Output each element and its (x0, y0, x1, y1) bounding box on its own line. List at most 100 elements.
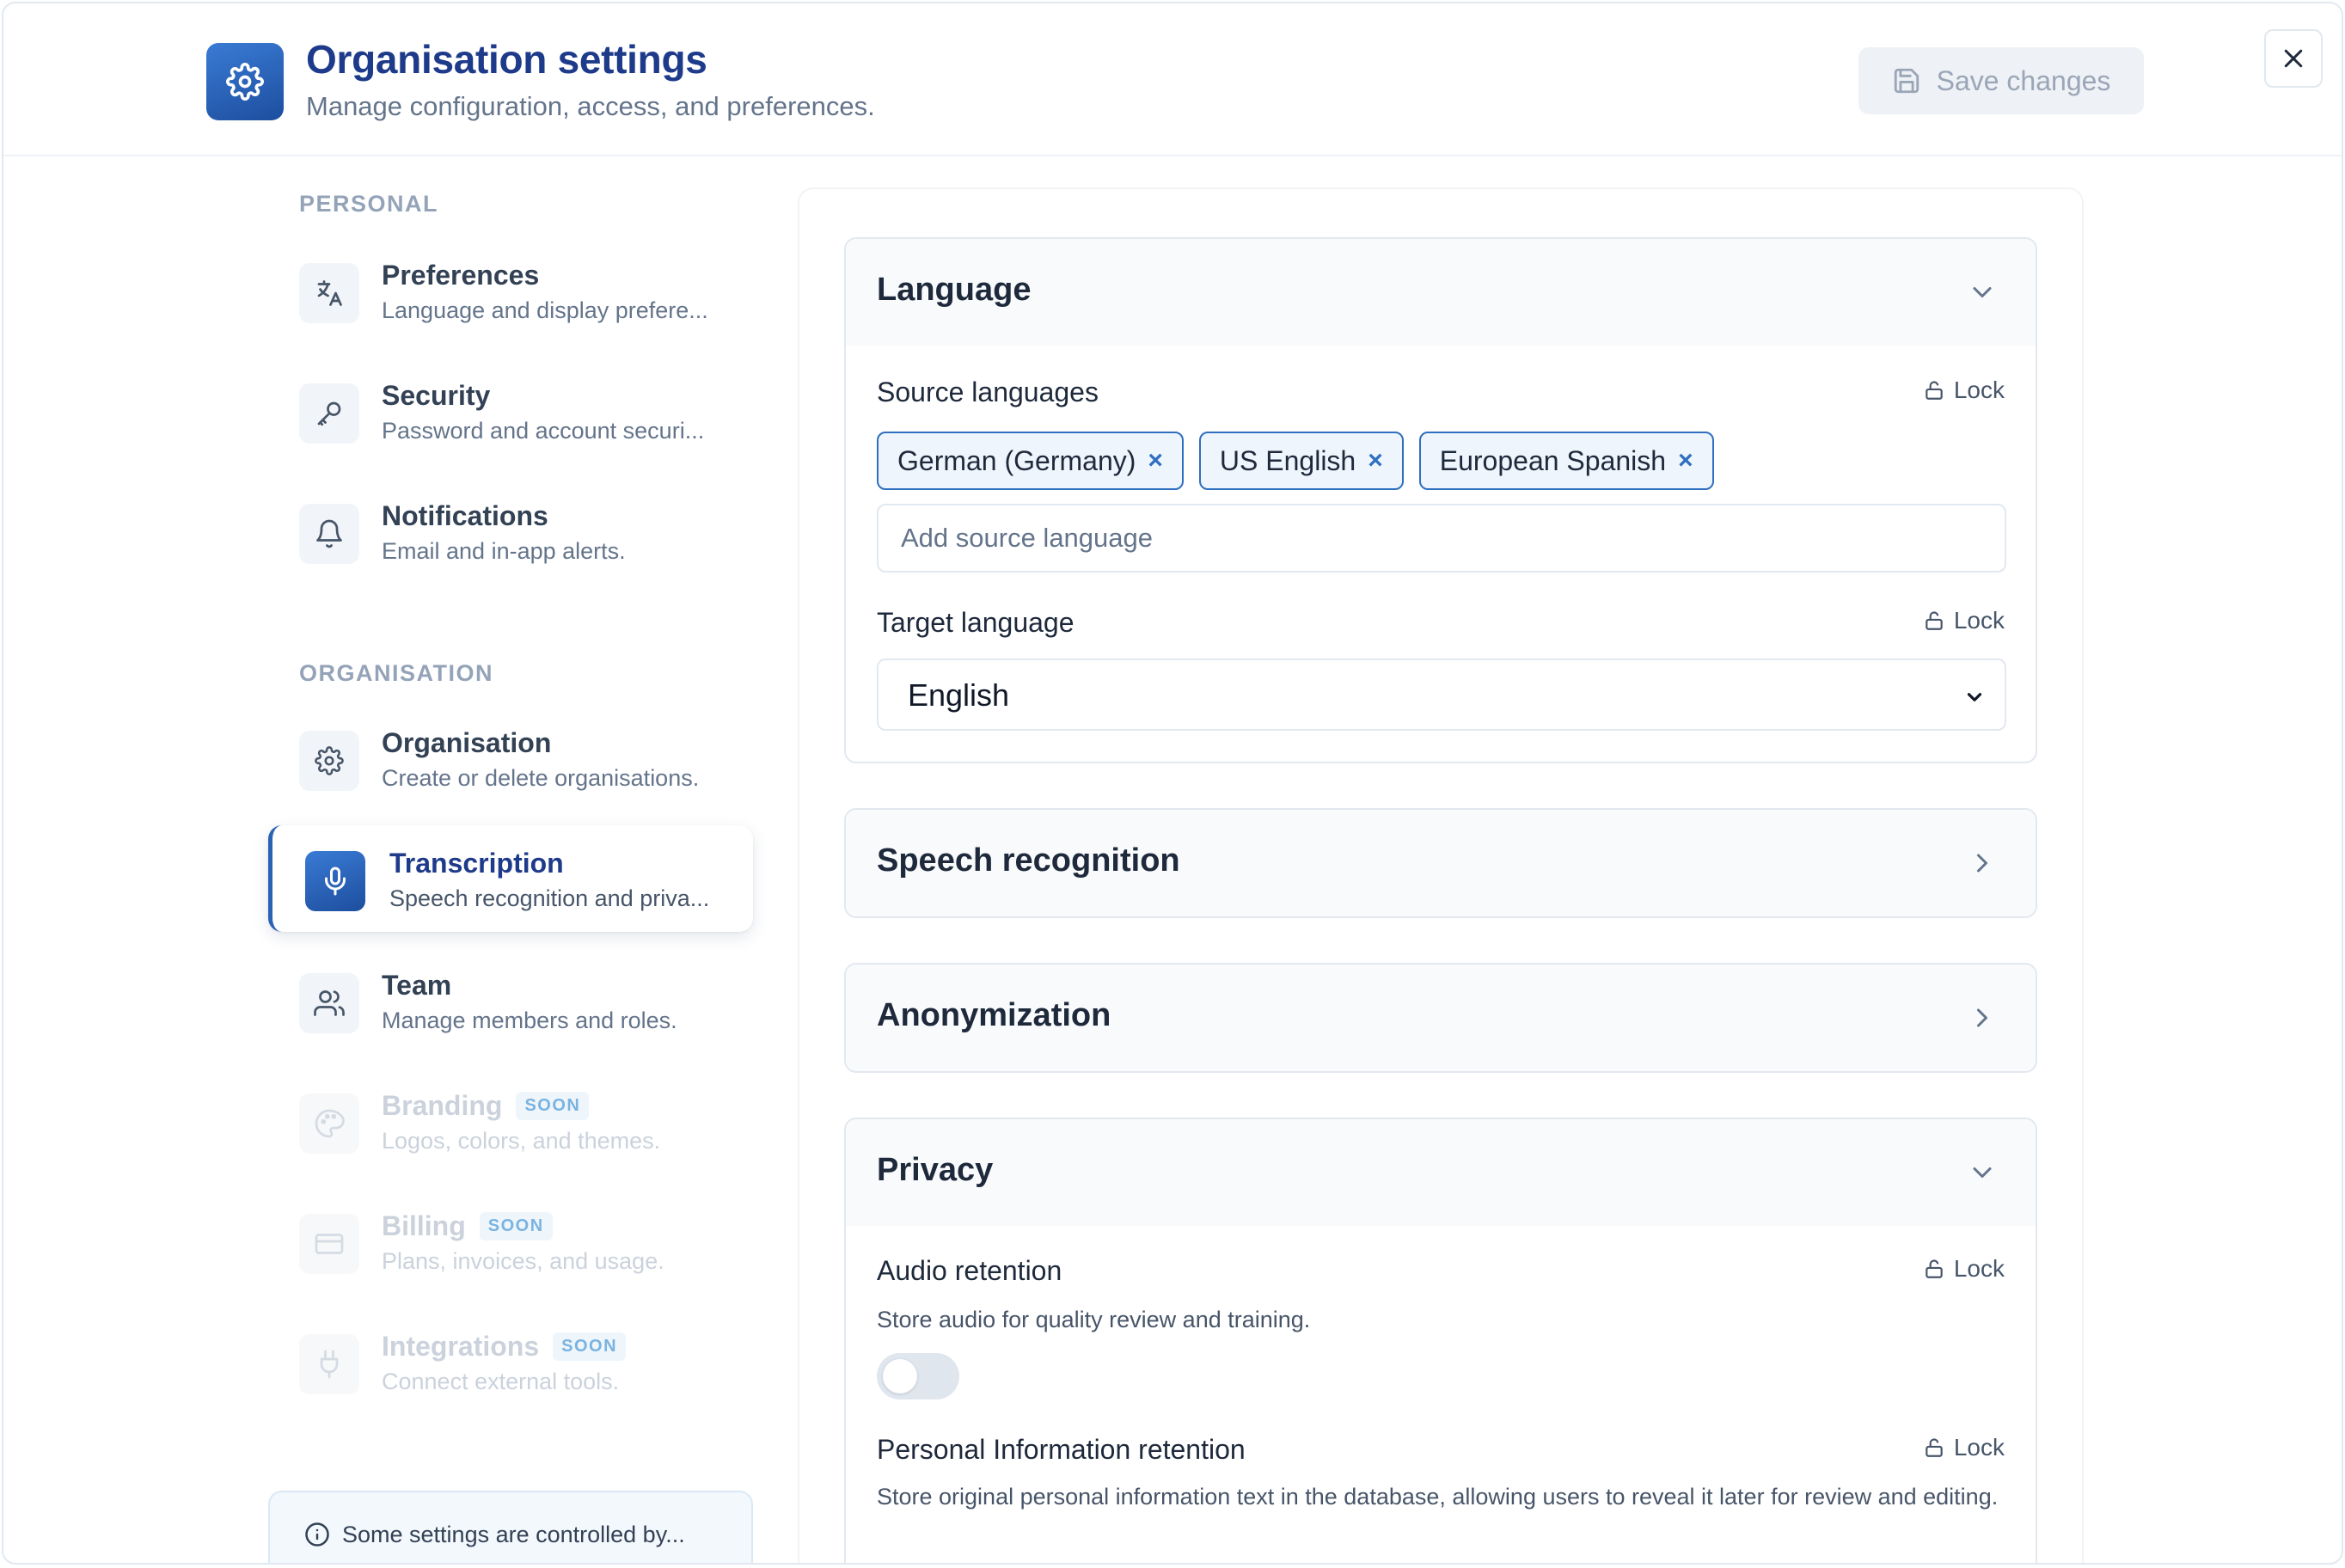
sidebar-item-label: Billing SOON (382, 1210, 553, 1242)
sidebar-item-preferences[interactable]: Preferences Language and display prefere… (268, 237, 753, 344)
sidebar-item-billing: Billing SOON Plans, invoices, and usage. (268, 1188, 753, 1295)
sidebar-item-description: Connect external tools. (382, 1369, 620, 1394)
soon-badge: SOON (479, 1212, 553, 1240)
sidebar-item-transcription[interactable]: Transcription Speech recognition and pri… (268, 825, 753, 932)
chevron-down-icon (1967, 693, 1982, 701)
speech-card-header[interactable]: Speech recognition (846, 810, 2036, 916)
credit-card-icon (299, 1214, 359, 1274)
sidebar-item-description: Speech recognition and priva... (389, 885, 710, 911)
speech-recognition-card[interactable]: Speech recognition (844, 808, 2037, 918)
privacy-card-header[interactable]: Privacy (846, 1119, 2036, 1226)
card-title: Anonymization (877, 997, 1111, 1033)
card-title: Speech recognition (877, 842, 1180, 879)
save-button-label: Save changes (1936, 64, 2111, 96)
bell-icon (299, 504, 359, 564)
audio-retention-help: Store audio for quality review and train… (877, 1307, 1311, 1332)
sidebar-item-label: Transcription (389, 848, 564, 879)
chevron-right-icon (1977, 854, 1987, 873)
gear-icon (299, 731, 359, 791)
sidebar-item-title: Integrations (382, 1331, 540, 1362)
unlock-icon (1926, 381, 1943, 400)
sidebar-item-description: Create or delete organisations. (382, 765, 700, 791)
key-icon (299, 383, 359, 444)
sidebar-item-description: Logos, colors, and themes. (382, 1128, 661, 1154)
pii-retention-label: Personal Information retention (877, 1434, 1246, 1465)
lock-button[interactable]: Lock (1923, 377, 2005, 404)
toggle-knob (883, 1359, 917, 1393)
audio-retention-toggle[interactable] (877, 1353, 959, 1400)
unlock-icon (1926, 611, 1943, 630)
sidebar-item-title: Billing (382, 1210, 466, 1241)
section-label-personal: PERSONAL (299, 191, 439, 217)
chip-label: European Spanish (1439, 444, 1667, 476)
sidebar-item-description: Manage members and roles. (382, 1008, 677, 1033)
lock-label: Lock (1953, 377, 2005, 403)
page-subtitle: Manage configuration, access, and prefer… (306, 91, 875, 121)
page-title: Organisation settings (306, 37, 707, 82)
info-notice: Some settings are controlled by... (268, 1491, 753, 1563)
sidebar-item-description: Plans, invoices, and usage. (382, 1248, 664, 1274)
chevron-down-icon (1973, 1167, 1992, 1178)
sidebar-item-description: Password and account securi... (382, 418, 705, 444)
sidebar-item-branding: Branding SOON Logos, colors, and themes. (268, 1068, 753, 1174)
settings-dialog: Organisation settings Manage configurati… (2, 2, 2343, 1565)
language-chip: European Spanish × (1418, 432, 1714, 490)
target-language-label: Target language (877, 607, 1075, 638)
microphone-icon (305, 851, 365, 911)
sidebar-item-security[interactable]: Security Password and account securi... (268, 358, 753, 464)
plug-icon (299, 1334, 359, 1394)
sidebar-item-integrations: Integrations SOON Connect external tools… (268, 1308, 753, 1415)
language-chip: US English × (1198, 432, 1404, 490)
chip-remove-icon[interactable]: × (1678, 446, 1693, 475)
chip-remove-icon[interactable]: × (1148, 446, 1163, 475)
select-value: English (908, 677, 1010, 713)
sidebar-item-title: Branding (382, 1090, 503, 1121)
sidebar-item-label: Team (382, 970, 452, 1001)
card-title: Language (877, 272, 1032, 308)
lock-label: Lock (1953, 1434, 2005, 1461)
anonymization-card[interactable]: Anonymization (844, 963, 2037, 1073)
chevron-down-icon (1973, 287, 1992, 297)
language-card-header[interactable]: Language (846, 239, 2036, 346)
users-icon (299, 973, 359, 1033)
sidebar-item-description: Email and in-app alerts. (382, 538, 626, 564)
sidebar-item-label: Security (382, 380, 491, 411)
dialog-header: Organisation settings Manage configurati… (3, 3, 2342, 156)
section-label-organisation: ORGANISATION (299, 660, 493, 686)
chevron-right-icon (1977, 1008, 1987, 1027)
add-source-language-input[interactable] (877, 504, 2006, 573)
sidebar-item-label: Organisation (382, 727, 552, 758)
sidebar-item-notifications[interactable]: Notifications Email and in-app alerts. (268, 478, 753, 585)
card-title: Privacy (877, 1152, 994, 1188)
save-button[interactable]: Save changes (1858, 47, 2144, 114)
settings-sidebar: PERSONAL Preferences Language and displa… (261, 167, 760, 1563)
lock-button[interactable]: Lock (1923, 1255, 2005, 1283)
close-button[interactable] (2264, 29, 2323, 88)
sidebar-item-team[interactable]: Team Manage members and roles. (268, 947, 753, 1054)
lock-button[interactable]: Lock (1923, 607, 2005, 634)
translate-icon (299, 263, 359, 323)
soon-badge: SOON (516, 1092, 590, 1120)
soon-badge: SOON (553, 1332, 627, 1361)
target-language-select[interactable]: English (877, 658, 2006, 731)
source-language-chips: German (Germany) × US English × European… (877, 432, 1714, 490)
unlock-icon (1926, 1438, 1943, 1457)
privacy-card: Privacy Audio retention Lock Store audio… (844, 1118, 2037, 1563)
pii-retention-help: Store original personal information text… (877, 1484, 1999, 1510)
sidebar-item-organisation[interactable]: Organisation Create or delete organisati… (268, 705, 753, 812)
audio-retention-label: Audio retention (877, 1255, 1062, 1286)
lock-label: Lock (1953, 607, 2005, 634)
info-text: Some settings are controlled by... (342, 1522, 685, 1547)
chip-label: US English (1219, 444, 1356, 476)
anonymization-card-header[interactable]: Anonymization (846, 965, 2036, 1071)
lock-label: Lock (1953, 1255, 2005, 1282)
sidebar-item-label: Notifications (382, 500, 548, 531)
lock-button[interactable]: Lock (1923, 1434, 2005, 1461)
info-icon (305, 1522, 329, 1547)
chip-remove-icon[interactable]: × (1368, 446, 1383, 475)
sidebar-item-description: Language and display prefere... (382, 297, 708, 323)
source-languages-label: Source languages (877, 377, 1099, 407)
sidebar-item-label: Preferences (382, 260, 540, 291)
chip-label: German (Germany) (897, 444, 1136, 476)
sidebar-item-label: Integrations SOON (382, 1331, 627, 1363)
